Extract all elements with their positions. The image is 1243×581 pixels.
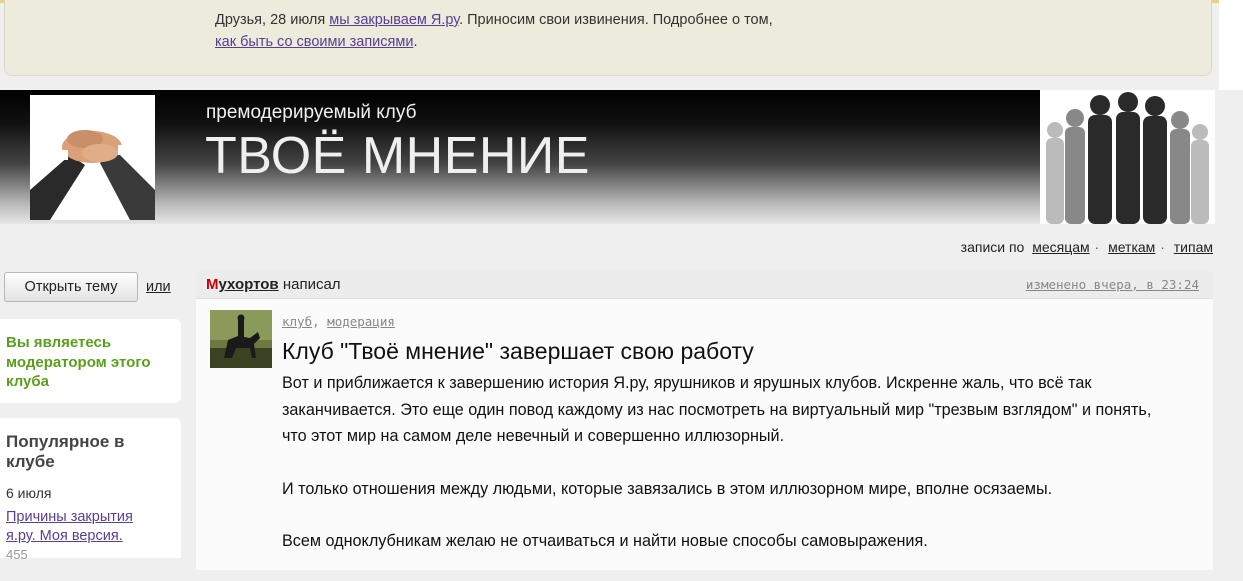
post-body: Вот и приближается к завершению история …: [282, 370, 1172, 581]
sort-separator: ·: [1160, 239, 1165, 255]
club-name-title[interactable]: ТВОЁ МНЕНИЕ: [205, 126, 590, 186]
popular-count: 455: [6, 547, 28, 562]
author-link[interactable]: Мухортов: [206, 276, 279, 293]
tag-club[interactable]: клуб: [282, 314, 312, 329]
club-type-label: премодерируемый клуб: [206, 102, 417, 123]
sort-bar: записи по месяцам · меткам · типам: [961, 239, 1213, 255]
changed-timestamp-link[interactable]: изменено вчера, в 23:24: [1026, 277, 1199, 292]
post-paragraph: Вот и приближается к завершению история …: [282, 374, 1152, 445]
moderator-notice-box: Вы являетесь модератором этого клуба: [0, 319, 181, 403]
popular-post-link[interactable]: Причины закрытия я.ру. Моя версия.: [6, 508, 166, 546]
post-paragraph: Всем одноклубникам желаю не отчаиваться …: [282, 532, 928, 550]
post-title[interactable]: Клуб "Твоё мнение" завершает свою работу: [282, 338, 754, 365]
post-header: Мухортов написал изменено вчера, в 23:24: [196, 270, 1213, 299]
closure-notice-banner: Друзья, 28 июля мы закрываем Я.ру. Прино…: [4, 0, 1212, 76]
header-right-gap: [1215, 90, 1243, 224]
or-link[interactable]: или: [146, 279, 171, 295]
notice-suffix: .: [413, 34, 418, 50]
author-avatar[interactable]: [210, 310, 272, 368]
wrote-label: написал: [282, 276, 341, 293]
sort-label: записи по: [960, 239, 1025, 255]
open-topic-button[interactable]: Открыть тему: [4, 272, 138, 302]
post-tags: клуб, модерация: [282, 314, 395, 329]
closure-notice-text: Друзья, 28 июля мы закрываем Я.ру. Прино…: [215, 9, 915, 53]
club-header: премодерируемый клуб ТВОЁ МНЕНИЕ: [0, 90, 1243, 224]
records-help-link[interactable]: как быть со своими записями: [215, 34, 413, 50]
author-name-rest: ухортов: [218, 276, 279, 293]
sort-separator: ·: [1094, 239, 1100, 255]
club-logo-handshake[interactable]: [30, 95, 155, 220]
moderator-notice-text: Вы являетесь модератором этого клуба: [6, 334, 151, 390]
sort-by-types[interactable]: типам: [1174, 239, 1213, 255]
popular-title: Популярное в клубе: [6, 432, 125, 471]
author-first-letter: М: [206, 276, 219, 293]
popular-box: Популярное в клубе 6 июля Причины закрыт…: [0, 418, 181, 562]
post-author: Мухортов написал: [206, 276, 341, 293]
notice-prefix: Друзья, 28 июля: [215, 12, 326, 28]
sort-by-tags[interactable]: меткам: [1108, 239, 1155, 255]
notice-middle: . Приносим свои извинения. Подробнее о т…: [459, 12, 773, 28]
right-edge-panel: [1219, 0, 1243, 90]
closure-link[interactable]: мы закрываем Я.ру: [329, 12, 459, 28]
post-paragraph: И только отношения между людьми, которые…: [282, 479, 1053, 498]
post-card: Мухортов написал изменено вчера, в 23:24…: [196, 270, 1213, 570]
tag-moderation[interactable]: модерация: [327, 314, 395, 329]
popular-date: 6 июля: [6, 485, 52, 501]
sort-by-months[interactable]: месяцам: [1032, 239, 1089, 255]
crowd-silhouettes-image: [1040, 90, 1215, 224]
